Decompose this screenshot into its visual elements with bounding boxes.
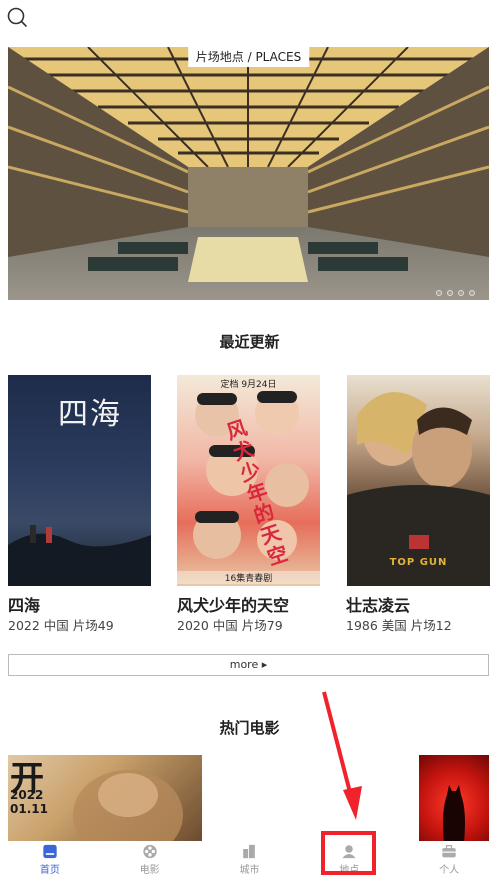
carousel-dot[interactable] (469, 290, 475, 296)
movie-title[interactable]: 壮志凌云 (346, 592, 410, 616)
movie-poster[interactable]: 定档 9月24日 风犬少年的天空 16集青春剧 (177, 375, 320, 586)
movie-poster[interactable]: 四海 (8, 375, 151, 586)
poster-art (443, 785, 465, 843)
briefcase-icon (442, 845, 456, 858)
city-icon (243, 844, 256, 859)
hot-movie-poster[interactable] (419, 755, 489, 843)
movie-meta: 2022 中国 片场49 (8, 618, 114, 633)
poster-art (347, 392, 490, 586)
poster-art (73, 770, 183, 843)
tab-label: 首页 (39, 865, 60, 876)
carousel-dot[interactable] (458, 290, 464, 296)
carousel-indicators[interactable] (436, 290, 475, 296)
carousel-dot[interactable] (447, 290, 453, 296)
movie-title[interactable]: 四海 (8, 592, 40, 616)
tab-home[interactable]: 首页 (10, 841, 90, 876)
hero-image (8, 47, 489, 300)
poster-title-text: TOP GUN (389, 557, 448, 568)
carousel-dot[interactable] (436, 290, 442, 296)
hot-section-title: 热门电影 (219, 719, 280, 737)
poster-art (8, 525, 151, 586)
movie-title[interactable]: 风犬少年的天空 (177, 592, 289, 616)
hero-banner[interactable]: 片场地点 / PLACES (8, 47, 489, 300)
annotation-highlight-box (321, 831, 376, 875)
tab-label: 电影 (139, 865, 160, 876)
home-icon (43, 844, 57, 859)
poster-bottom-text: 16集青春剧 (177, 571, 320, 584)
tab-profile[interactable]: 个人 (409, 841, 489, 876)
movie-meta: 2020 中国 片场79 (177, 618, 283, 633)
search-icon[interactable] (6, 6, 28, 28)
tab-movies[interactable]: 电影 (110, 841, 190, 876)
tab-label: 城市 (239, 865, 260, 876)
tab-city[interactable]: 城市 (209, 841, 289, 876)
tab-label: 个人 (439, 865, 460, 876)
more-button[interactable]: more ▸ (8, 654, 489, 676)
recent-section-title: 最近更新 (219, 333, 280, 351)
movie-poster[interactable]: TOP GUN (347, 375, 490, 586)
bottom-tab-bar: 首页 电影 城市 地点 个人 (0, 841, 499, 876)
movie-meta: 1986 美国 片场12 (346, 618, 452, 633)
film-reel-icon (143, 844, 157, 859)
hero-caption: 片场地点 / PLACES (187, 47, 310, 67)
hot-movie-poster[interactable]: 开 2022 01.11 (8, 755, 202, 843)
